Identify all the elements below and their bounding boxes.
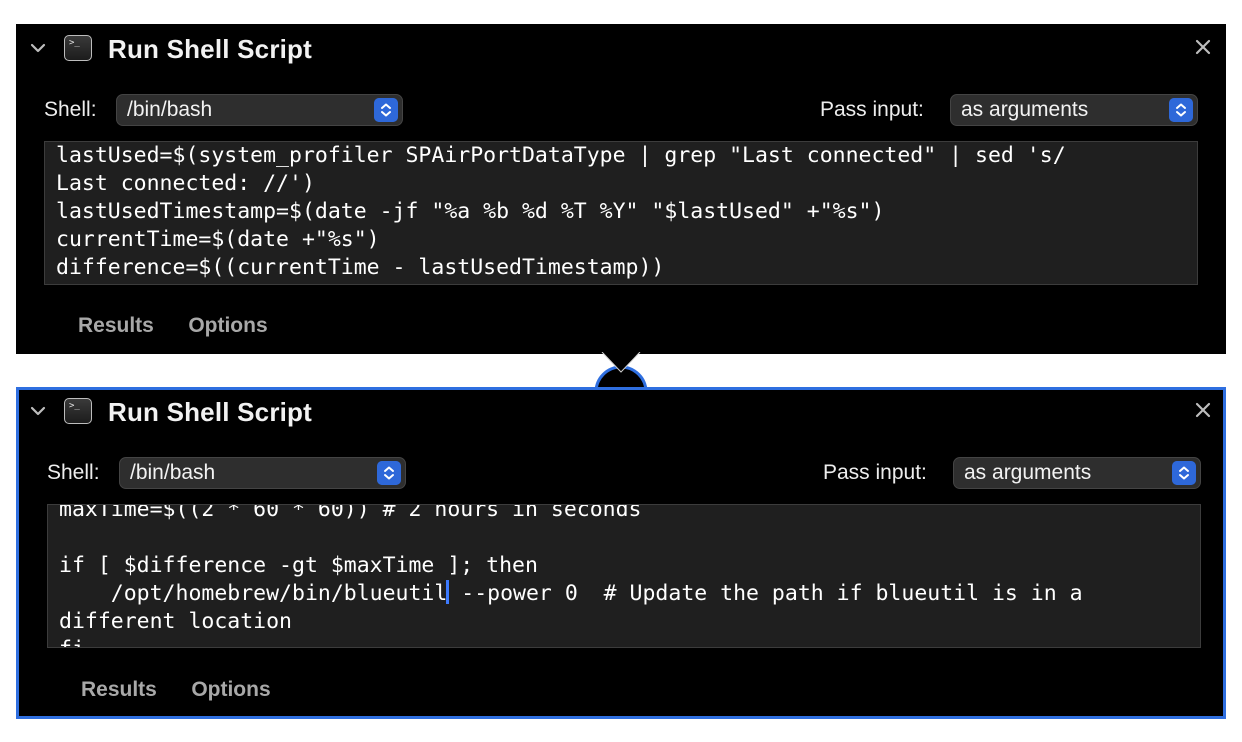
code-line-after-cursor: --power 0 # Update the path if blueutil … — [448, 581, 1083, 606]
code-line: different location — [59, 609, 292, 634]
code-line: lastUsedTimestamp=$(date -jf "%a %b %d %… — [56, 199, 885, 224]
action-title: Run Shell Script — [108, 34, 313, 64]
options-row: Shell: /bin/bash Pass input: as argument… — [19, 457, 1223, 489]
shell-label: Shell: — [44, 98, 97, 121]
shell-select-value: /bin/bash — [127, 98, 213, 121]
up-down-chevron-icon — [374, 98, 398, 122]
close-icon[interactable] — [1194, 38, 1212, 56]
code-line: lastUsed=$(system_profiler SPAirPortData… — [56, 143, 1066, 168]
action-run-shell-script-1[interactable]: >_ Run Shell Script Shell: /bin/bash Pas… — [16, 24, 1226, 354]
script-editor[interactable]: maxTime=$((2 * 60 * 60)) # 2 hours in se… — [47, 504, 1201, 648]
action-run-shell-script-2[interactable]: >_ Run Shell Script Shell: /bin/bash Pas… — [16, 387, 1226, 719]
action-header[interactable]: >_ Run Shell Script — [16, 24, 1226, 74]
terminal-icon: >_ — [64, 35, 92, 61]
pass-input-select[interactable]: as arguments — [953, 457, 1201, 489]
close-icon[interactable] — [1194, 401, 1212, 419]
pass-input-select-value: as arguments — [961, 98, 1089, 121]
script-editor[interactable]: lastUsed=$(system_profiler SPAirPortData… — [44, 141, 1198, 285]
code-line-with-cursor: /opt/homebrew/bin/blueutil --power 0 # U… — [59, 580, 1083, 606]
action-connector — [594, 352, 648, 392]
action-title: Run Shell Script — [108, 397, 313, 427]
code-line-before-cursor: /opt/homebrew/bin/blueutil — [59, 581, 448, 606]
action-tabs: Results Options — [78, 314, 298, 342]
code-line: currentTime=$(date +"%s") — [56, 227, 380, 252]
pass-input-select-value: as arguments — [964, 461, 1092, 484]
code-line: maxTime=$((2 * 60 * 60)) # 2 hours in se… — [59, 504, 642, 522]
chevron-down-icon[interactable] — [30, 38, 46, 58]
pass-input-label: Pass input: — [823, 461, 927, 484]
shell-select-value: /bin/bash — [130, 461, 216, 484]
shell-select[interactable]: /bin/bash — [116, 94, 403, 126]
action-tabs: Results Options — [81, 678, 301, 706]
tab-results[interactable]: Results — [78, 314, 154, 338]
pass-input-select[interactable]: as arguments — [950, 94, 1198, 126]
terminal-icon: >_ — [64, 398, 92, 424]
code-line: if [ $difference -gt $maxTime ]; then — [59, 553, 538, 578]
code-line: fi — [59, 637, 85, 647]
options-row: Shell: /bin/bash Pass input: as argument… — [16, 94, 1226, 126]
shell-select[interactable]: /bin/bash — [119, 457, 406, 489]
code-line: difference=$((currentTime - lastUsedTime… — [56, 255, 665, 280]
up-down-chevron-icon — [1169, 98, 1193, 122]
tab-results[interactable]: Results — [81, 678, 157, 702]
up-down-chevron-icon — [1172, 461, 1196, 485]
shell-label: Shell: — [47, 461, 100, 484]
pass-input-label: Pass input: — [820, 98, 924, 121]
tab-options[interactable]: Options — [191, 678, 270, 702]
chevron-down-icon[interactable] — [30, 401, 46, 421]
tab-options[interactable]: Options — [188, 314, 267, 338]
action-header[interactable]: >_ Run Shell Script — [16, 387, 1226, 437]
up-down-chevron-icon — [377, 461, 401, 485]
code-line: Last connected: //') — [56, 171, 315, 196]
